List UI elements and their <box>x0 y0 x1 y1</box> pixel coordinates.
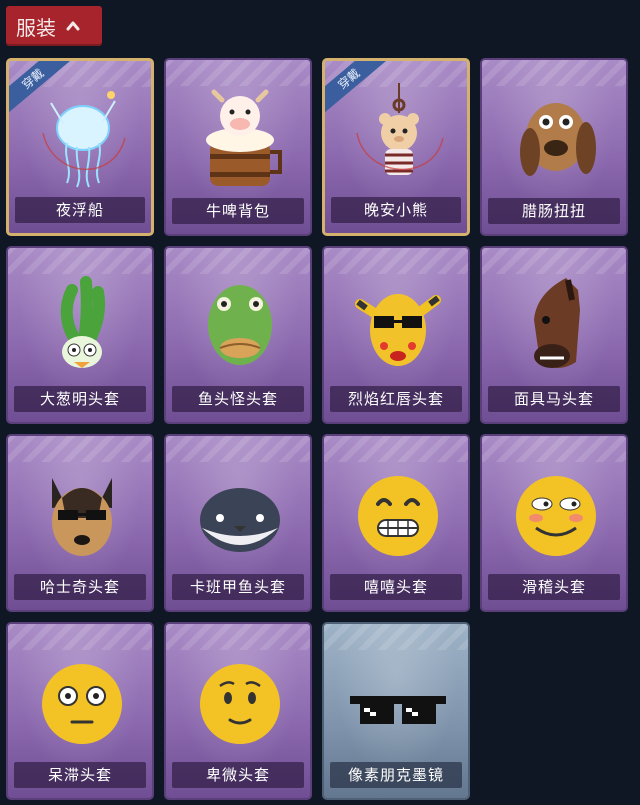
clothing-category-toggle[interactable]: 服装 <box>6 6 102 46</box>
item-name: 鱼头怪头套 <box>172 386 304 412</box>
item-name: 面具马头套 <box>488 386 620 412</box>
item-card[interactable]: 穿戴 晚安小熊 <box>322 58 470 236</box>
item-card[interactable]: 卑微头套 <box>164 622 312 800</box>
item-card[interactable]: 穿戴 夜浮船 <box>6 58 154 236</box>
item-name: 烈焰红唇头套 <box>330 386 462 412</box>
cow-beer-barrel-icon <box>206 89 282 186</box>
stunned-emoji-mask-icon <box>42 664 122 744</box>
jellyfish-backpack-icon <box>42 91 126 188</box>
horse-mask-icon <box>534 278 580 368</box>
fish-head-mask-icon <box>208 285 272 365</box>
item-name: 卡班甲鱼头套 <box>172 574 304 600</box>
teddy-bear-pendant-icon <box>356 83 444 175</box>
item-card[interactable]: 腊肠扭扭 <box>480 58 628 236</box>
item-card[interactable]: 呆滞头套 <box>6 622 154 800</box>
item-card[interactable]: 嘻嘻头套 <box>322 434 470 612</box>
husky-mask-icon <box>52 478 112 556</box>
chevron-up-icon <box>66 21 80 31</box>
item-name: 呆滞头套 <box>14 762 146 788</box>
humble-emoji-mask-icon <box>200 664 280 744</box>
item-card[interactable]: 大葱明头套 <box>6 246 154 424</box>
sausage-dog-mask-icon <box>520 103 596 176</box>
item-card[interactable]: 面具马头套 <box>480 246 628 424</box>
item-name: 卑微头套 <box>172 762 304 788</box>
item-name: 大葱明头套 <box>14 386 146 412</box>
item-card[interactable]: 哈士奇头套 <box>6 434 154 612</box>
item-name: 腊肠扭扭 <box>488 198 620 224</box>
whale-mask-icon <box>200 488 280 552</box>
item-name: 夜浮船 <box>15 197 145 223</box>
item-card[interactable]: 牛啤背包 <box>164 58 312 236</box>
item-card[interactable]: 滑稽头套 <box>480 434 628 612</box>
funny-emoji-mask-icon <box>516 476 596 556</box>
yellow-hood-sunglasses-mask-icon <box>355 294 441 366</box>
clothing-category-label: 服装 <box>16 15 56 40</box>
item-card[interactable]: 烈焰红唇头套 <box>322 246 470 424</box>
item-name: 滑稽头套 <box>488 574 620 600</box>
grinning-emoji-mask-icon <box>358 476 438 556</box>
item-name: 晚安小熊 <box>331 197 461 223</box>
item-card[interactable]: 卡班甲鱼头套 <box>164 434 312 612</box>
item-name: 牛啤背包 <box>172 198 304 224</box>
scallion-mask-icon <box>60 276 105 368</box>
pixel-sunglasses-icon <box>350 696 446 724</box>
item-card[interactable]: 像素朋克墨镜 <box>322 622 470 800</box>
item-card[interactable]: 鱼头怪头套 <box>164 246 312 424</box>
item-name: 嘻嘻头套 <box>330 574 462 600</box>
item-name: 像素朋克墨镜 <box>330 762 462 788</box>
item-name: 哈士奇头套 <box>14 574 146 600</box>
